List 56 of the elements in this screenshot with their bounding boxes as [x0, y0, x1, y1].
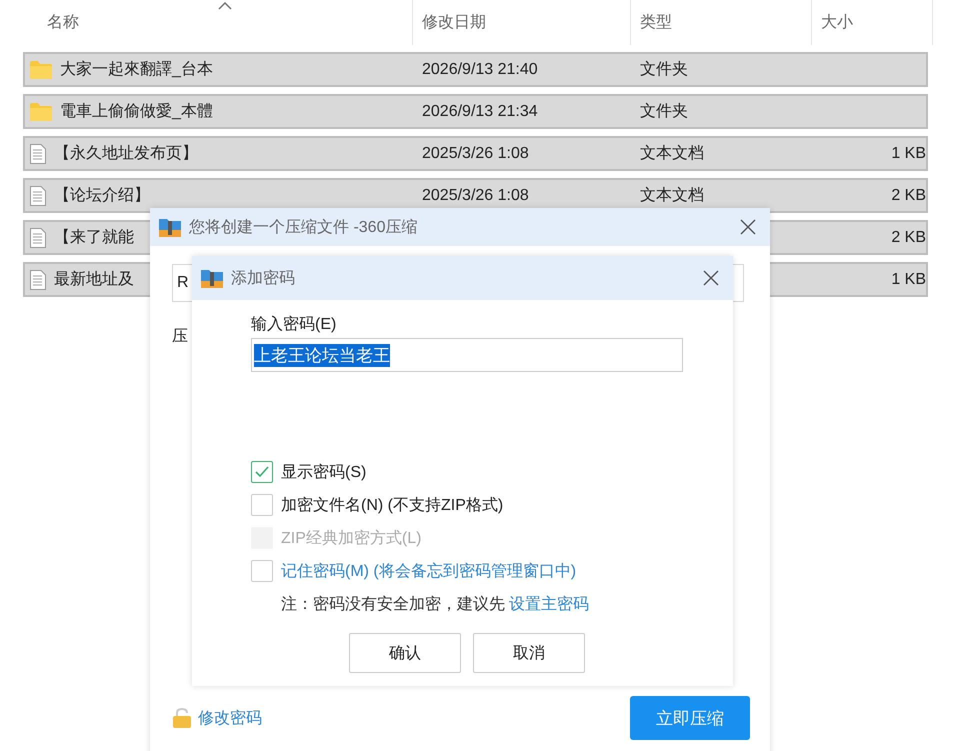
file-name: 最新地址及 [54, 270, 134, 290]
file-type: 文本文档 [640, 144, 704, 164]
window-title: 您将创建一个压缩文件 -360压缩 [189, 218, 418, 238]
checkbox[interactable] [251, 560, 273, 582]
note-text: 注：密码没有安全加密，建议先 [281, 594, 505, 615]
option-label[interactable]: 记住密码(M) (将会备忘到密码管理窗口中) [281, 560, 576, 582]
close-icon[interactable] [703, 270, 719, 286]
field-label: 压 [172, 327, 188, 347]
archive-icon [201, 268, 223, 288]
file-name: 【论坛介绍】 [54, 186, 150, 206]
file-type: 文本文档 [640, 186, 704, 206]
date-modified: 2026/9/13 21:34 [422, 102, 538, 120]
column-header[interactable]: 类型 [631, 0, 812, 45]
document-icon [30, 186, 46, 206]
file-size: 2 KB [891, 186, 926, 204]
change-password-link[interactable]: 修改密码 [198, 708, 262, 728]
file-size: 1 KB [891, 144, 926, 162]
date-modified: 2025/3/26 1:08 [422, 186, 529, 204]
compress-button[interactable]: 立即压缩 [630, 696, 750, 740]
folder-icon [30, 60, 52, 78]
dialog-button[interactable]: 确认 [349, 633, 461, 673]
dialog-title: 添加密码 [231, 268, 296, 288]
option-label[interactable]: 加密文件名(N) (不支持ZIP格式) [281, 494, 504, 516]
file-type: 文件夹 [640, 60, 688, 80]
document-icon [30, 144, 46, 164]
date-modified: 2026/9/13 21:40 [422, 60, 538, 78]
file-row[interactable]: 電車上偷偷做愛_本體 2026/9/13 21:34 文件夹 [23, 94, 928, 129]
archive-icon [159, 217, 181, 237]
column-header[interactable]: 修改日期 [413, 0, 631, 45]
file-name: 【来了就能 [54, 228, 134, 248]
lock-icon [172, 708, 192, 728]
password-field[interactable]: 上老王论坛当老王 [251, 338, 683, 372]
master-password-link[interactable]: 设置主密码 [509, 594, 589, 615]
check-icon [254, 465, 270, 479]
folder-icon [30, 102, 52, 120]
sort-caret-icon [218, 2, 232, 10]
file-row[interactable]: 【论坛介绍】 2025/3/26 1:08 文本文档 2 KB [23, 178, 928, 213]
checkbox[interactable] [251, 461, 273, 483]
column-header[interactable]: 大小 [812, 0, 933, 45]
date-modified: 2025/3/26 1:08 [422, 144, 529, 162]
file-type: 文件夹 [640, 102, 688, 122]
file-row[interactable]: 【永久地址发布页】 2025/3/26 1:08 文本文档 1 KB [23, 136, 928, 171]
file-name: 【永久地址发布页】 [54, 144, 198, 164]
file-size: 1 KB [891, 270, 926, 288]
file-name: 電車上偷偷做愛_本體 [60, 102, 213, 122]
file-row[interactable]: 大家一起來翻譯_台本 2026/9/13 21:40 文件夹 [23, 52, 928, 87]
file-size: 2 KB [891, 228, 926, 246]
document-icon [30, 228, 46, 248]
close-icon[interactable] [740, 219, 756, 235]
checkbox[interactable] [251, 494, 273, 516]
dialog-button[interactable]: 取消 [473, 633, 585, 673]
column-header[interactable]: 名称 [23, 0, 413, 45]
option-label[interactable]: 显示密码(S) [281, 462, 366, 482]
file-name: 大家一起來翻譯_台本 [60, 60, 213, 80]
document-icon [30, 270, 46, 290]
field-label: 输入密码(E) [251, 314, 338, 335]
